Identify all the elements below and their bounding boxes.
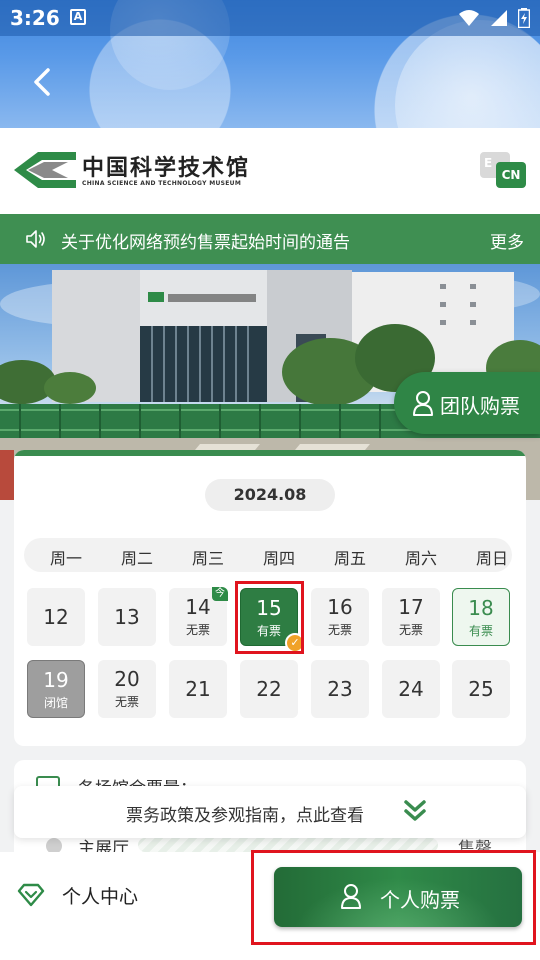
weekday-sun: 周日 <box>475 549 508 568</box>
team-ticket-label: 团队购票 <box>440 394 520 418</box>
team-ticket-button[interactable]: 团队购票 <box>394 372 540 434</box>
day-number: 21 <box>185 677 211 701</box>
weekday-mon: 周一 <box>49 549 82 568</box>
selected-day-highlight <box>235 581 304 654</box>
weekday-sat: 周六 <box>404 549 437 568</box>
day-status: 无票 <box>185 623 210 637</box>
day-number: 18 <box>468 596 494 620</box>
day-number: 24 <box>398 677 424 701</box>
logo-title: 中国科学技术馆 <box>82 155 251 181</box>
calendar-month[interactable]: 2024.08 <box>205 479 335 511</box>
day-number: 13 <box>114 605 140 629</box>
day-status: 无票 <box>114 695 139 709</box>
calendar-day[interactable]: 12 <box>27 588 85 646</box>
guide-bar[interactable]: 票务政策及参观指南，点此查看 <box>14 786 526 838</box>
today-badge: 今 <box>212 587 228 601</box>
weekday-thu: 周四 <box>262 549 295 568</box>
calendar-day[interactable]: 25 <box>452 660 510 718</box>
calendar-day[interactable]: 13 <box>98 588 156 646</box>
day-number: 17 <box>398 595 424 619</box>
weekday-tue: 周二 <box>120 549 153 568</box>
calendar-top-border <box>14 450 526 456</box>
personal-center-button[interactable]: 个人中心 <box>16 880 138 910</box>
person-icon <box>413 391 433 416</box>
day-status: 无票 <box>398 623 423 637</box>
day-number: 16 <box>327 595 353 619</box>
calendar-day[interactable]: 21 <box>169 660 227 718</box>
calendar-day[interactable]: 22 <box>240 660 298 718</box>
hero-background: 3:26 A <box>0 0 540 128</box>
museum-logo: 中国科学技术馆 CHINA SCIENCE AND TECHNOLOGY MUS… <box>14 150 248 194</box>
day-number: 23 <box>327 677 353 701</box>
day-status: 有票 <box>468 624 493 638</box>
weekday-fri: 周五 <box>333 549 366 568</box>
guide-text: 票务政策及参观指南，点此查看 <box>126 806 364 826</box>
back-icon[interactable] <box>22 60 66 104</box>
language-switch[interactable]: E CN <box>480 152 526 192</box>
calendar-day[interactable]: 今 14 无票 <box>169 587 228 646</box>
lang-cn: CN <box>496 162 526 188</box>
calendar-day[interactable]: 17 无票 <box>382 588 440 646</box>
diamond-icon <box>17 883 45 907</box>
buy-button-highlight <box>251 850 536 945</box>
battery-icon <box>518 8 530 28</box>
day-number: 19 <box>43 668 69 692</box>
day-number: 12 <box>43 605 69 629</box>
calendar-day[interactable]: 20 无票 <box>98 660 156 718</box>
weekday-header: 周一 周二 周三 周四 周五 周六 周日 <box>24 538 512 572</box>
day-number: 22 <box>256 677 282 701</box>
day-status: 闭馆 <box>43 696 68 710</box>
speaker-icon <box>26 230 45 248</box>
calendar-day[interactable]: 24 <box>382 660 440 718</box>
calendar-day-closed[interactable]: 19 闭馆 <box>27 660 85 718</box>
signal-icon <box>491 10 507 26</box>
weekday-wed: 周三 <box>191 549 224 568</box>
notice-bar[interactable]: 关于优化网络预约售票起始时间的通告 更多 <box>0 214 540 264</box>
wifi-icon <box>459 10 479 26</box>
notification-icon: A <box>70 9 86 25</box>
chevron-double-down-icon <box>404 800 426 821</box>
personal-center-label: 个人中心 <box>62 885 139 908</box>
status-time: 3:26 <box>10 6 60 30</box>
calendar-day[interactable]: 23 <box>311 660 369 718</box>
status-icons <box>458 6 530 30</box>
logo-subtitle: CHINA SCIENCE AND TECHNOLOGY MUSEUM <box>82 180 242 187</box>
logo-mark-icon <box>14 152 76 188</box>
day-number: 25 <box>468 677 494 701</box>
calendar-day-available[interactable]: 18 有票 <box>452 588 510 646</box>
header: 中国科学技术馆 CHINA SCIENCE AND TECHNOLOGY MUS… <box>0 128 540 214</box>
planet-decoration <box>395 20 540 128</box>
notice-more-link[interactable]: 更多 <box>490 228 524 253</box>
day-number: 20 <box>114 667 140 691</box>
day-status: 无票 <box>327 623 352 637</box>
status-bar: 3:26 A <box>0 0 540 36</box>
notice-text[interactable]: 关于优化网络预约售票起始时间的通告 <box>61 228 350 253</box>
calendar-day[interactable]: 16 无票 <box>311 588 369 646</box>
